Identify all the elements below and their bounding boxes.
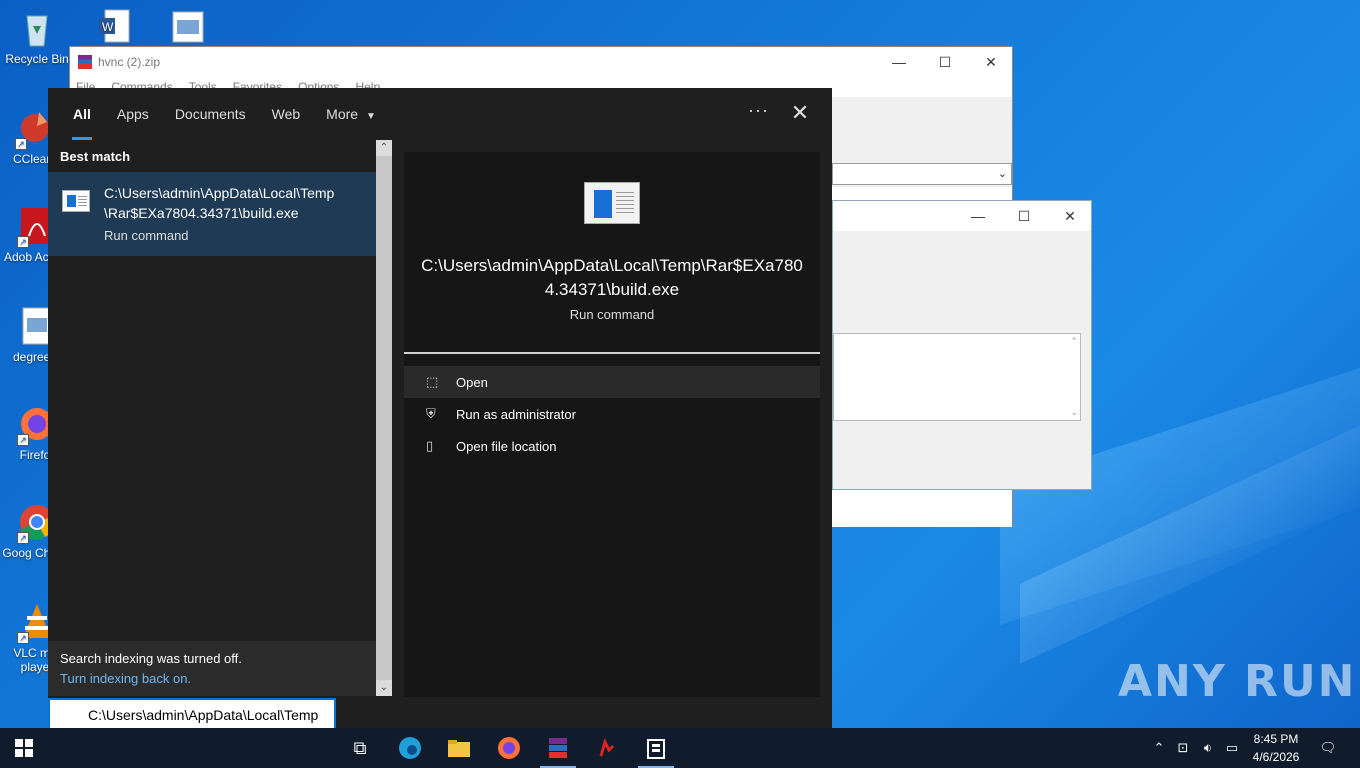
search-flyout: All Apps Documents Web More ▼ ··· ✕ Best… xyxy=(48,88,832,728)
tab-apps[interactable]: Apps xyxy=(104,88,162,140)
best-match-subtitle: Run command xyxy=(104,228,189,243)
window-titlebar[interactable]: hvnc (2).zip xyxy=(70,47,1012,77)
action-open[interactable]: ⬚ Open xyxy=(404,366,820,398)
tab-more-label: More xyxy=(326,106,359,122)
desktop-icon-recycle-bin[interactable]: Recycle Bin xyxy=(0,8,74,66)
word-document-icon: W xyxy=(93,8,133,48)
search-tabs: All Apps Documents Web More ▼ ··· ✕ xyxy=(48,88,832,140)
edge-taskbar-icon[interactable] xyxy=(386,728,434,768)
dialog-text-area[interactable]: ⌃ ⌄ xyxy=(833,333,1081,421)
shield-icon: ⛨ xyxy=(426,406,436,421)
caret-down-icon: ▼ xyxy=(365,111,376,122)
open-icon: ⬚ xyxy=(426,374,439,389)
malware-app-taskbar-icon[interactable] xyxy=(583,728,631,768)
start-button[interactable] xyxy=(0,728,48,768)
extract-dialog-window[interactable]: — ☐ ✕ ⌃ ⌄ xyxy=(832,200,1092,490)
clock-time: 8:45 PM xyxy=(1253,732,1299,746)
shortcut-arrow-icon: ↗ xyxy=(17,632,29,644)
maximize-button[interactable]: ☐ xyxy=(922,47,968,77)
firefox-taskbar-icon[interactable] xyxy=(485,728,533,768)
winrar-app-icon xyxy=(78,55,92,69)
minimize-button[interactable]: — xyxy=(955,201,1001,231)
action-open-file-location[interactable]: ▯ Open file location xyxy=(404,430,820,462)
close-button[interactable]: ✕ xyxy=(1047,201,1093,231)
action-run-as-administrator[interactable]: ⛨ Run as administrator xyxy=(404,398,820,430)
scroll-up-icon[interactable]: ⌃ xyxy=(376,140,392,156)
indexing-notice: Search indexing was turned off. Turn ind… xyxy=(48,641,376,696)
desktop-icon-label: Recycle Bin xyxy=(5,52,69,66)
volume-icon[interactable]: 🔉︎ xyxy=(1198,728,1218,768)
best-match-result[interactable]: C:\Users\admin\AppData\Local\Temp\Rar$EX… xyxy=(48,172,376,256)
network-icon[interactable]: ▭ xyxy=(1222,728,1242,768)
run-command-icon xyxy=(62,190,90,212)
scroll-up-icon[interactable]: ⌃ xyxy=(1070,336,1078,347)
tab-more[interactable]: More ▼ xyxy=(313,88,389,140)
results-pane: Best match C:\Users\admin\AppData\Local\… xyxy=(48,140,376,645)
chevron-down-icon: ⌄ xyxy=(997,168,1007,180)
more-options-icon[interactable]: ··· xyxy=(748,100,769,121)
shortcut-arrow-icon: ↗ xyxy=(17,532,29,544)
winrar-taskbar-icon[interactable] xyxy=(534,728,582,768)
build-exe-taskbar-icon[interactable] xyxy=(632,728,680,768)
show-hidden-icons-button[interactable]: ⌃ xyxy=(1150,728,1168,768)
action-label: Run as administrator xyxy=(456,406,576,422)
tab-documents[interactable]: Documents xyxy=(162,88,259,140)
section-title: Best match xyxy=(60,149,131,164)
indexing-notice-text: Search indexing was turned off. xyxy=(60,651,242,666)
system-clock[interactable]: 8:45 PM 4/6/2026 xyxy=(1246,730,1306,766)
svg-text:W: W xyxy=(102,20,114,34)
image-file-icon xyxy=(167,8,207,48)
address-dropdown[interactable]: ⌄ xyxy=(832,163,1012,185)
shortcut-arrow-icon: ↗ xyxy=(17,434,29,446)
turn-indexing-on-link[interactable]: Turn indexing back on. xyxy=(60,671,364,686)
minimize-button[interactable]: — xyxy=(876,47,922,77)
best-match-title: C:\Users\admin\AppData\Local\Temp\Rar$EX… xyxy=(104,185,335,221)
scroll-down-icon[interactable]: ⌄ xyxy=(376,680,392,696)
taskbar: ⧉ ⌃ ⊡ 🔉︎ ▭ 8:45 PM 4/6/2026 🗨︎ xyxy=(0,728,1360,768)
results-scrollbar[interactable]: ⌃ ⌄ xyxy=(376,140,392,696)
windows-logo-icon xyxy=(15,739,33,757)
run-command-large-icon xyxy=(584,182,640,224)
window-title: hvnc (2).zip xyxy=(98,55,161,69)
ccleaner-icon: ↗ xyxy=(13,108,53,150)
file-explorer-taskbar-icon[interactable] xyxy=(435,728,483,768)
action-label: Open file location xyxy=(456,438,557,454)
close-icon[interactable]: ✕ xyxy=(790,100,810,126)
clock-date: 4/6/2026 xyxy=(1252,750,1300,764)
preview-pane: C:\Users\admin\AppData\Local\Temp\Rar$EX… xyxy=(404,152,820,697)
notifications-icon[interactable]: 🗨︎ xyxy=(1316,728,1340,768)
action-label: Open xyxy=(456,374,488,390)
anyrun-watermark: ANY RUN xyxy=(1118,656,1357,707)
file-location-icon: ▯ xyxy=(426,438,434,453)
scroll-down-icon[interactable]: ⌄ xyxy=(1070,407,1078,418)
task-view-button[interactable]: ⧉ xyxy=(336,728,384,768)
preview-title: C:\Users\admin\AppData\Local\Temp\Rar$EX… xyxy=(421,256,803,299)
shortcut-arrow-icon: ↗ xyxy=(17,236,29,248)
meet-now-icon[interactable]: ⊡ xyxy=(1174,728,1192,768)
maximize-button[interactable]: ☐ xyxy=(1001,201,1047,231)
tab-web[interactable]: Web xyxy=(259,88,314,140)
shortcut-arrow-icon: ↗ xyxy=(15,138,27,150)
preview-subtitle: Run command xyxy=(569,307,655,322)
recycle-bin-icon xyxy=(17,8,57,48)
tab-all[interactable]: All xyxy=(60,88,104,140)
preview-divider xyxy=(404,352,820,354)
close-button[interactable]: ✕ xyxy=(968,47,1014,77)
